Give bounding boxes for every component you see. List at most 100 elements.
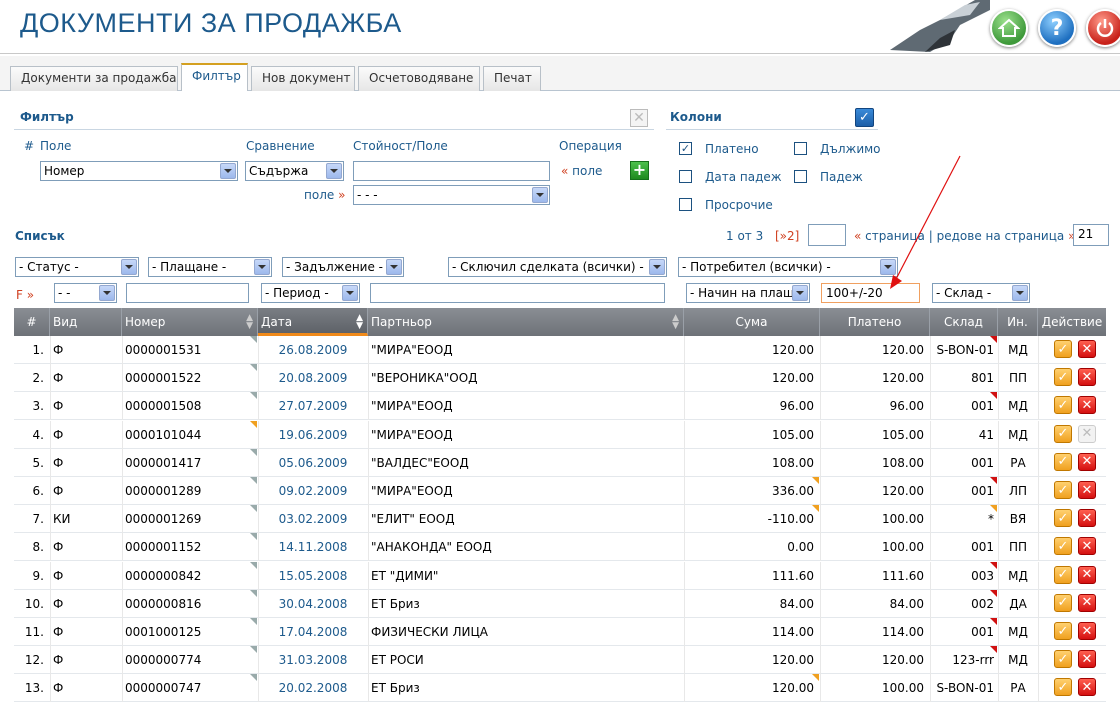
- second-value-select[interactable]: - - -: [353, 185, 550, 205]
- cell-date[interactable]: 27.07.2009: [260, 392, 366, 420]
- delete-icon[interactable]: ✕: [1078, 622, 1096, 640]
- cell-date[interactable]: 03.02.2009: [260, 505, 366, 533]
- power-icon[interactable]: [1086, 9, 1120, 47]
- tab-sales-documents[interactable]: Документи за продажба: [10, 66, 178, 91]
- col-header-warehouse[interactable]: Склад: [930, 308, 998, 336]
- deal-by-select[interactable]: - Сключил сделката (всички) -: [448, 257, 667, 277]
- cell-date[interactable]: 05.06.2009: [260, 449, 366, 477]
- edit-icon[interactable]: ✓: [1054, 565, 1072, 584]
- delete-icon[interactable]: ✕: [1078, 424, 1096, 443]
- cell-date[interactable]: 31.03.2008: [260, 646, 366, 674]
- column-divider: [930, 505, 931, 534]
- edit-icon[interactable]: ✓: [1054, 593, 1072, 612]
- table-row[interactable]: 1. Ф 0000001531 26.08.2009 "МИРА"ЕООД 120.00 1…: [14, 336, 1106, 364]
- table-row[interactable]: 2. Ф 0000001522 20.08.2009 "ВЕРОНИКА"ООД 120.…: [14, 364, 1106, 393]
- due-checkbox[interactable]: [794, 142, 807, 155]
- pay-method-select[interactable]: - Начин на плащ: [686, 283, 810, 303]
- table-row[interactable]: 11. Ф 0001000125 17.04.2008 ФИЗИЧЕСКИ ЛИЦА 11…: [14, 618, 1106, 646]
- col-header-paid[interactable]: Платено: [820, 308, 930, 336]
- cell-date[interactable]: 14.11.2008: [260, 533, 366, 561]
- obligation-select[interactable]: - Задължение -: [282, 257, 404, 277]
- edit-icon[interactable]: ✓: [1054, 340, 1072, 358]
- col-header-initials[interactable]: Ин.: [998, 308, 1038, 336]
- next-page-link[interactable]: [»2]: [775, 229, 799, 243]
- cell-date[interactable]: 17.04.2008: [260, 618, 366, 646]
- field-link[interactable]: поле »: [304, 188, 345, 202]
- col-header-type[interactable]: Вид: [50, 308, 122, 336]
- payment-select[interactable]: - Плащане -: [148, 257, 272, 277]
- edit-icon[interactable]: ✓: [1054, 537, 1072, 556]
- table-row[interactable]: 12. Ф 0000000774 31.03.2008 ЕТ РОСИ 120.00 120…: [14, 646, 1106, 675]
- operation-field-link[interactable]: « поле: [561, 164, 602, 178]
- cell-date[interactable]: 09.02.2009: [260, 477, 366, 505]
- tab-filter[interactable]: Филтър: [181, 63, 248, 92]
- delete-icon[interactable]: ✕: [1078, 593, 1096, 612]
- compare-select[interactable]: Съдържа: [245, 161, 344, 181]
- column-divider: [684, 674, 685, 702]
- delete-icon[interactable]: ✕: [1078, 340, 1096, 358]
- due-date-checkbox[interactable]: [679, 170, 692, 183]
- rows-per-page-input[interactable]: 21: [1073, 224, 1109, 246]
- delete-icon[interactable]: ✕: [1078, 368, 1096, 387]
- status-select[interactable]: - Статус -: [15, 257, 139, 277]
- cell-date[interactable]: 15.05.2008: [260, 562, 366, 590]
- delete-icon[interactable]: ✕: [1078, 537, 1096, 556]
- tab-new-document[interactable]: Нов документ: [251, 66, 355, 91]
- number-filter-input[interactable]: [126, 283, 249, 303]
- cell-date[interactable]: 20.08.2009: [260, 364, 366, 392]
- delete-icon[interactable]: ✕: [1078, 565, 1096, 584]
- columns-apply-checkbox[interactable]: ✓: [855, 108, 874, 127]
- table-row[interactable]: 4. Ф 0000101044 19.06.2009 "МИРА"ЕООД 105.00 1…: [14, 420, 1106, 449]
- delete-icon[interactable]: ✕: [1078, 678, 1096, 697]
- table-row[interactable]: 6. Ф 0000001289 09.02.2009 "МИРА"ЕООД 336.00 1…: [14, 477, 1106, 505]
- page-input[interactable]: [808, 224, 846, 246]
- cell-date[interactable]: 26.08.2009: [260, 336, 366, 364]
- col-header-number[interactable]: Номер ▲ ▼: [122, 308, 258, 336]
- value-input[interactable]: [353, 161, 550, 181]
- edit-icon[interactable]: ✓: [1054, 650, 1072, 669]
- clear-filter-icon[interactable]: ✕: [630, 109, 648, 127]
- chevron-down-icon: [386, 259, 402, 275]
- table-row[interactable]: 7. КИ 0000001269 03.02.2009 "ЕЛИТ" ЕООД -110.…: [14, 505, 1106, 534]
- edit-icon[interactable]: ✓: [1054, 509, 1072, 528]
- delete-icon[interactable]: ✕: [1078, 481, 1096, 499]
- help-icon[interactable]: ?: [1038, 9, 1076, 47]
- edit-icon[interactable]: ✓: [1054, 424, 1072, 443]
- edit-icon[interactable]: ✓: [1054, 622, 1072, 640]
- paid-checkbox[interactable]: ✓: [679, 142, 692, 155]
- cell-date[interactable]: 19.06.2009: [260, 421, 366, 449]
- type-filter-select[interactable]: - -: [54, 283, 117, 303]
- edit-icon[interactable]: ✓: [1054, 678, 1072, 697]
- cell-date[interactable]: 30.04.2008: [260, 590, 366, 618]
- cell-sum: 111.60: [772, 568, 814, 583]
- delete-icon[interactable]: ✕: [1078, 650, 1096, 669]
- field-select[interactable]: Номер: [40, 161, 238, 181]
- edit-icon[interactable]: ✓: [1054, 368, 1072, 387]
- col-header-sum[interactable]: Сума: [684, 308, 820, 336]
- home-icon[interactable]: [990, 9, 1028, 47]
- maturity-checkbox[interactable]: [794, 170, 807, 183]
- table-row[interactable]: 8. Ф 0000001152 14.11.2008 "АНАКОНДА" ЕООД 0.…: [14, 533, 1106, 562]
- tab-print[interactable]: Печат: [483, 66, 541, 91]
- tab-accounting[interactable]: Осчетоводяване: [358, 66, 480, 91]
- field-label: Поле: [40, 139, 72, 153]
- partner-filter-input[interactable]: [370, 283, 665, 303]
- delete-icon[interactable]: ✕: [1078, 509, 1096, 528]
- table-row[interactable]: 13. Ф 0000000747 20.02.2008 ЕТ Бриз 120.00 100…: [14, 674, 1106, 702]
- table-row[interactable]: 3. Ф 0000001508 27.07.2009 "МИРА"ЕООД 96.00 96…: [14, 392, 1106, 421]
- col-header-partner[interactable]: Партньор ▲ ▼: [368, 308, 684, 336]
- edit-icon[interactable]: ✓: [1054, 396, 1072, 415]
- col-header-date[interactable]: Дата ▲ ▼: [258, 308, 368, 336]
- table-row[interactable]: 5. Ф 0000001417 05.06.2009 "ВАЛДЕС"ЕООД 108.0…: [14, 448, 1106, 477]
- user-select[interactable]: - Потребител (всички) -: [678, 257, 898, 277]
- edit-icon[interactable]: ✓: [1054, 481, 1072, 499]
- delete-icon[interactable]: ✕: [1078, 396, 1096, 415]
- overdue-checkbox[interactable]: [679, 198, 692, 211]
- table-row[interactable]: 9. Ф 0000000842 15.05.2008 ЕТ "ДИМИ" 111.60 11…: [14, 561, 1106, 590]
- delete-icon[interactable]: ✕: [1078, 452, 1096, 471]
- add-condition-icon[interactable]: +: [630, 161, 649, 180]
- table-row[interactable]: 10. Ф 0000000816 30.04.2008 ЕТ Бриз 84.00 84.0…: [14, 589, 1106, 618]
- cell-date[interactable]: 20.02.2008: [260, 674, 366, 702]
- period-select[interactable]: - Период -: [261, 283, 360, 303]
- edit-icon[interactable]: ✓: [1054, 452, 1072, 471]
